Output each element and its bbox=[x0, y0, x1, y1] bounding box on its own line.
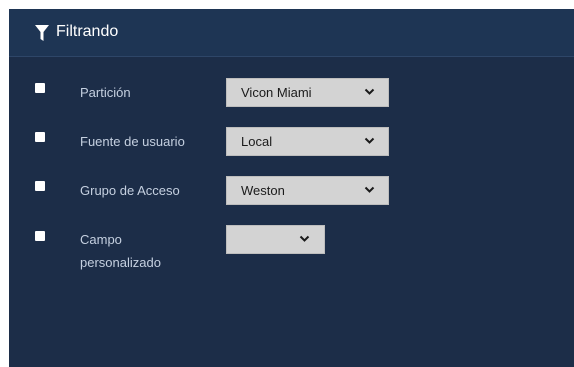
grupo-acceso-checkbox[interactable] bbox=[35, 181, 45, 191]
particion-label: Partición bbox=[80, 85, 131, 100]
chevron-down-icon bbox=[364, 88, 375, 95]
chevron-down-icon bbox=[364, 186, 375, 193]
chevron-down-icon bbox=[364, 137, 375, 144]
grupo-acceso-dropdown[interactable]: Weston bbox=[226, 176, 389, 205]
filter-panel: Filtrando Partición Vicon Miami Fuente d… bbox=[9, 9, 574, 367]
fuente-usuario-checkbox[interactable] bbox=[35, 132, 45, 142]
particion-dropdown[interactable]: Vicon Miami bbox=[226, 78, 389, 107]
campo-personalizado-label-line1: Campo bbox=[80, 232, 122, 247]
header-title: Filtrando bbox=[56, 23, 119, 40]
chevron-down-icon bbox=[299, 235, 310, 242]
particion-selected-value: Vicon Miami bbox=[241, 85, 312, 100]
grupo-acceso-label: Grupo de Acceso bbox=[80, 183, 180, 198]
fuente-usuario-label: Fuente de usuario bbox=[80, 134, 185, 149]
grupo-acceso-selected-value: Weston bbox=[241, 183, 285, 198]
campo-personalizado-dropdown[interactable] bbox=[226, 225, 325, 254]
filter-icon bbox=[35, 25, 49, 41]
fuente-usuario-selected-value: Local bbox=[241, 134, 273, 149]
campo-personalizado-label-line2: personalizado bbox=[80, 255, 161, 270]
particion-checkbox[interactable] bbox=[35, 83, 45, 93]
filter-header: Filtrando bbox=[9, 9, 574, 57]
campo-personalizado-checkbox[interactable] bbox=[35, 231, 45, 241]
fuente-usuario-dropdown[interactable]: Local bbox=[226, 127, 389, 156]
